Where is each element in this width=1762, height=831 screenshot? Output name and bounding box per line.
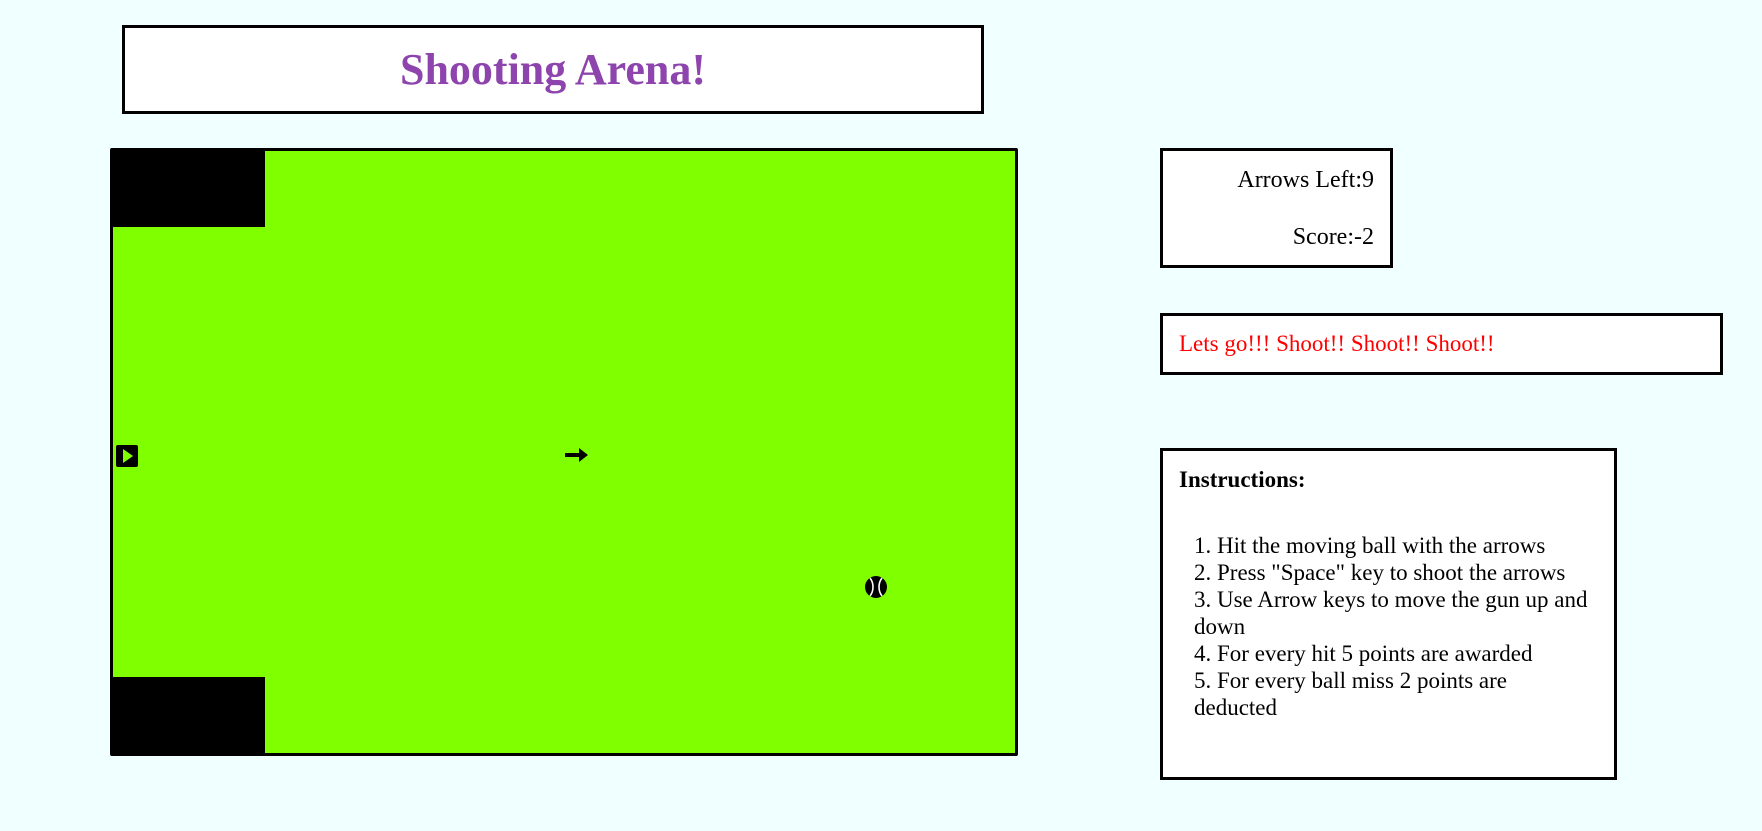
instruction-item: 5. For every ball miss 2 points are dedu… — [1194, 668, 1508, 720]
page-title: Shooting Arena! — [399, 45, 707, 94]
instruction-item: 1. Hit the moving ball with the arrows — [1194, 533, 1546, 558]
arrows-left-label: Arrows Left:9 — [1237, 167, 1374, 193]
arrow-right-icon — [565, 447, 589, 463]
top-left-obstacle — [113, 151, 265, 227]
stats-panel: Arrows Left:9 Score:-2 — [1160, 148, 1393, 268]
play-triangle-icon[interactable] — [116, 445, 138, 467]
instructions-heading: Instructions: — [1179, 467, 1306, 492]
status-message: Lets go!!! Shoot!! Shoot!! Shoot!! — [1179, 331, 1495, 356]
instruction-item: 4. For every hit 5 points are awarded — [1194, 641, 1533, 666]
bottom-left-obstacle — [113, 677, 265, 753]
game-arena[interactable] — [110, 148, 1018, 756]
instructions-list: 1. Hit the moving ball with the arrows 2… — [1194, 532, 1594, 721]
instructions-panel: Instructions: 1. Hit the moving ball wit… — [1160, 448, 1617, 780]
instruction-item: 2. Press "Space" key to shoot the arrows — [1194, 560, 1566, 585]
score-label: Score:-2 — [1292, 224, 1374, 250]
instruction-item: 3. Use Arrow keys to move the gun up and… — [1194, 587, 1588, 639]
tennis-ball-icon — [864, 575, 888, 599]
title-banner: Shooting Arena! — [122, 25, 984, 114]
message-panel: Lets go!!! Shoot!! Shoot!! Shoot!! — [1160, 313, 1723, 375]
